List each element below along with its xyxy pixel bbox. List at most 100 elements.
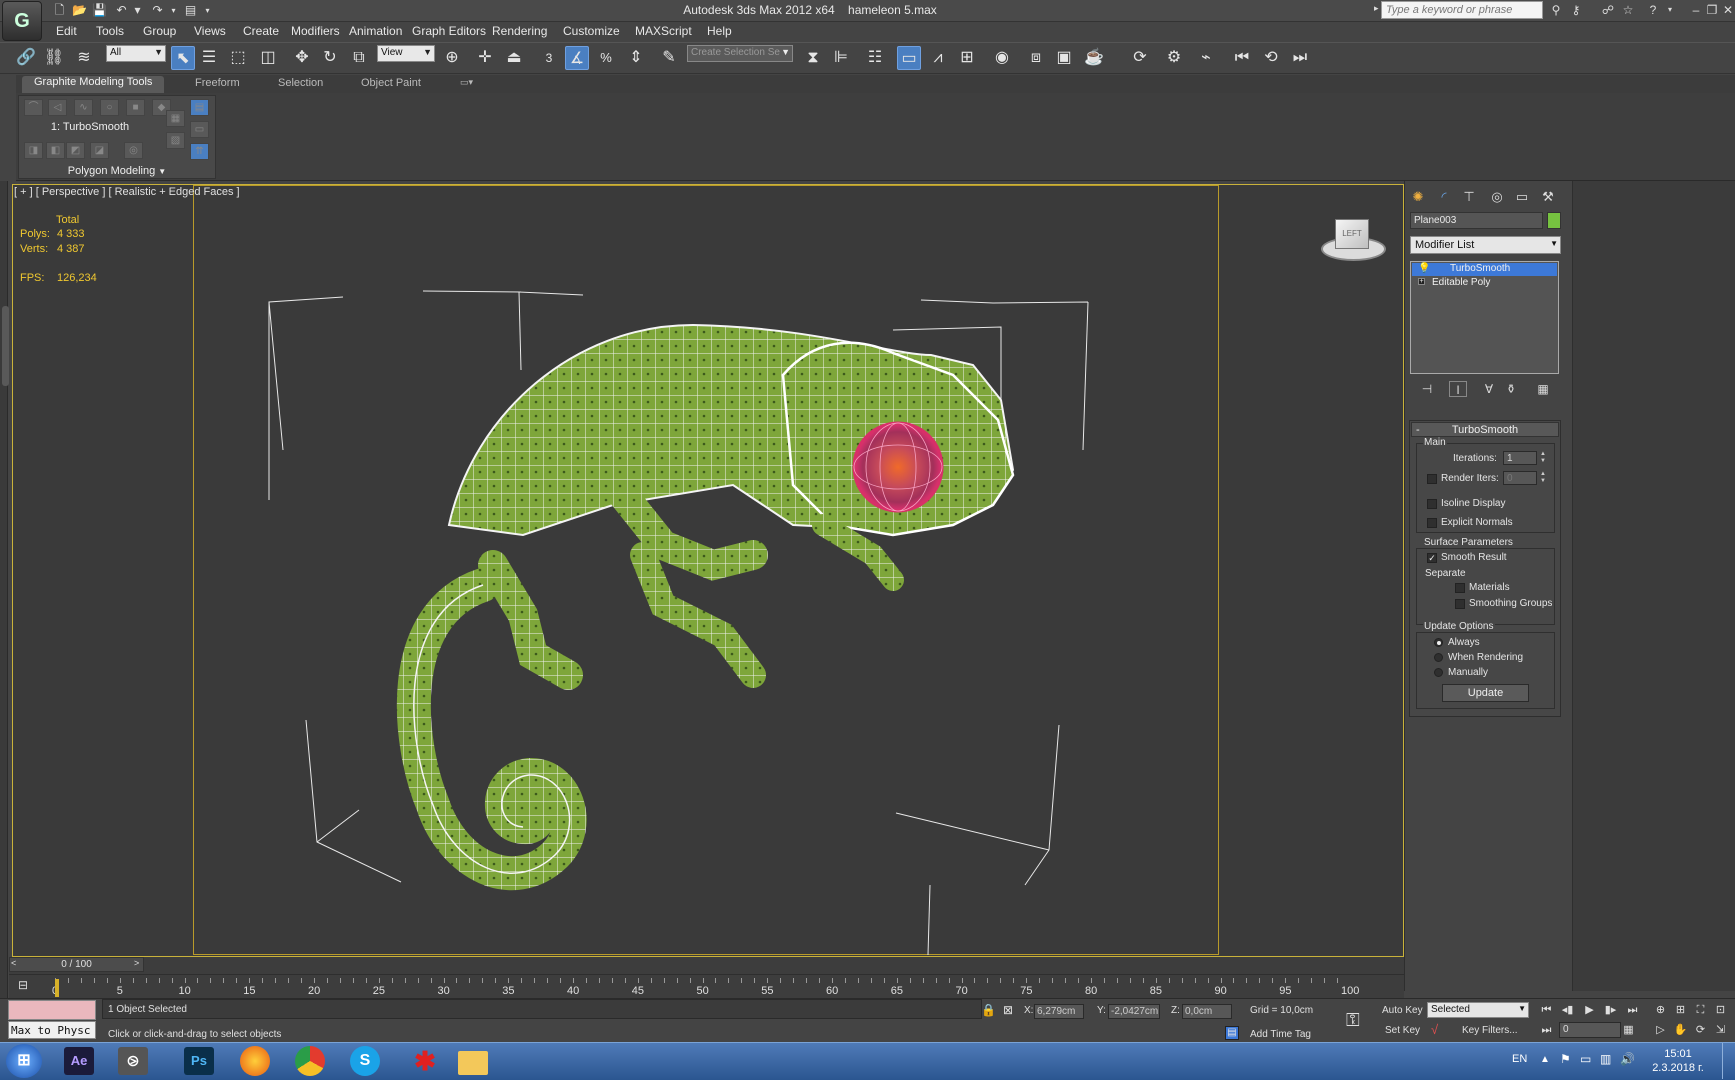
iterations-spinner[interactable]: 1 bbox=[1503, 451, 1537, 465]
schematic-view-icon[interactable]: ⊞ bbox=[955, 46, 979, 70]
close-icon[interactable]: ✕ bbox=[1720, 2, 1735, 18]
time-configuration-icon[interactable]: ▦ bbox=[1620, 1022, 1637, 1038]
after-effects-taskbar-button[interactable]: Ae bbox=[64, 1047, 94, 1075]
menu-rendering[interactable]: Rendering bbox=[492, 24, 547, 38]
material-editor-icon[interactable]: ◉ bbox=[990, 46, 1014, 70]
smooth-result-checkbox[interactable]: ✓ bbox=[1427, 553, 1437, 563]
maxscript-listener-output[interactable] bbox=[8, 1000, 96, 1020]
mirror-icon[interactable]: ⧗ bbox=[801, 46, 825, 70]
menu-edit[interactable]: Edit bbox=[56, 24, 77, 38]
current-frame-marker[interactable] bbox=[55, 979, 59, 997]
selection-lock-icon[interactable]: 🔒 bbox=[981, 1003, 996, 1017]
key-filters-button[interactable]: Key Filters... bbox=[1462, 1025, 1518, 1036]
percent-snap-icon[interactable]: % bbox=[594, 46, 618, 70]
smoothing-groups-checkbox[interactable] bbox=[1455, 599, 1465, 609]
physx-step-back-icon[interactable]: ⏮ bbox=[1230, 46, 1254, 70]
render-setup-icon[interactable]: ⧈ bbox=[1024, 46, 1048, 70]
expand-plus-icon[interactable]: + bbox=[1418, 278, 1425, 285]
language-indicator[interactable]: EN bbox=[1512, 1053, 1527, 1065]
isoline-display-checkbox[interactable] bbox=[1427, 499, 1437, 509]
update-button[interactable]: Update bbox=[1442, 684, 1529, 702]
set-key-button[interactable]: Set Key bbox=[1385, 1025, 1420, 1036]
help-icon[interactable]: ? bbox=[1645, 2, 1661, 18]
display-panel-icon[interactable]: ▭ bbox=[1512, 188, 1532, 206]
search-input[interactable]: Type a keyword or phrase bbox=[1381, 1, 1543, 19]
menu-customize[interactable]: Customize bbox=[563, 24, 620, 38]
minimize-icon[interactable]: – bbox=[1688, 2, 1704, 18]
help-dropdown-icon[interactable]: ▾ bbox=[1662, 2, 1678, 18]
search-expand-icon[interactable]: ▸ bbox=[1374, 3, 1379, 14]
modify-panel-icon[interactable]: ◜ bbox=[1434, 188, 1454, 206]
maxscript-listener-input[interactable]: Max to Physc bbox=[8, 1021, 96, 1039]
polygon-modeling-dropdown[interactable]: Polygon Modeling ▼ bbox=[18, 165, 216, 177]
menu-group[interactable]: Group bbox=[143, 24, 176, 38]
tab-freeform[interactable]: Freeform bbox=[195, 77, 240, 89]
zoom-extents-icon[interactable]: ⛶ bbox=[1692, 1002, 1709, 1018]
hierarchy-panel-icon[interactable]: ⊤ bbox=[1459, 188, 1479, 206]
open-file-icon[interactable]: 📂 bbox=[72, 3, 87, 18]
left-strip-handle[interactable] bbox=[2, 306, 9, 386]
selection-region-icon[interactable]: ⬚ bbox=[226, 46, 250, 70]
next-modifier-icon[interactable]: ◁ bbox=[48, 99, 67, 116]
project-folder-icon[interactable]: ▤ bbox=[183, 3, 198, 18]
undo-icon[interactable]: ↶ bbox=[114, 3, 129, 18]
menu-views[interactable]: Views bbox=[194, 24, 226, 38]
windows-start-button[interactable]: ⊞ bbox=[6, 1044, 42, 1078]
align-icon[interactable]: ⊫ bbox=[829, 46, 853, 70]
x-coordinate-field[interactable]: 6,279cm bbox=[1034, 1004, 1084, 1019]
previous-modifier-icon[interactable]: ⌒ bbox=[24, 99, 43, 116]
stack-item-turbosmooth[interactable]: TurboSmooth bbox=[1412, 263, 1557, 276]
firefox-taskbar-button[interactable] bbox=[240, 1046, 270, 1076]
spinner-arrows-icon[interactable]: ▲ ▼ bbox=[1539, 451, 1547, 465]
preserve-uvs-icon[interactable]: ▦ bbox=[166, 110, 185, 127]
new-file-icon[interactable]: 🗋 bbox=[52, 3, 67, 18]
time-next-icon[interactable]: > bbox=[134, 958, 144, 971]
show-desktop-button[interactable] bbox=[1722, 1043, 1734, 1079]
save-icon[interactable]: 💾 bbox=[92, 3, 107, 18]
favorites-icon[interactable]: ☆ bbox=[1620, 2, 1636, 18]
chrome-taskbar-button[interactable] bbox=[295, 1046, 325, 1076]
tab-graphite-modeling-tools[interactable]: Graphite Modeling Tools bbox=[22, 76, 165, 93]
unlink-icon[interactable]: ⛓ bbox=[42, 46, 66, 70]
physx-play-icon[interactable]: ⟲ bbox=[1259, 46, 1283, 70]
create-panel-icon[interactable]: ✺ bbox=[1408, 188, 1428, 206]
manually-radio[interactable] bbox=[1434, 668, 1443, 677]
physx-step-forward-icon[interactable]: ⏭ bbox=[1288, 46, 1312, 70]
binoculars-icon[interactable]: ⚲ bbox=[1548, 2, 1564, 18]
render-iters-checkbox[interactable] bbox=[1427, 474, 1437, 484]
motion-panel-icon[interactable]: ◎ bbox=[1487, 188, 1507, 206]
select-and-scale-icon[interactable]: ⧉ bbox=[347, 46, 371, 70]
menu-animation[interactable]: Animation bbox=[349, 24, 402, 38]
explicit-normals-checkbox[interactable] bbox=[1427, 518, 1437, 528]
maximize-viewport-icon[interactable]: ⇲ bbox=[1712, 1022, 1729, 1038]
y-coordinate-field[interactable]: -2,0427cm bbox=[1108, 1004, 1160, 1019]
file-explorer-taskbar-button[interactable] bbox=[458, 1051, 488, 1075]
selection-filter-dropdown[interactable]: All ▼ bbox=[106, 45, 166, 62]
quick-access-dropdown-icon[interactable]: ▾ bbox=[200, 3, 215, 18]
show-end-result-tool-icon[interactable]: I bbox=[1449, 381, 1467, 397]
remove-modifier-tool-icon[interactable]: ⚱ bbox=[1502, 381, 1520, 397]
field-of-view-icon[interactable]: ▷ bbox=[1652, 1022, 1669, 1038]
make-unique-icon[interactable]: ◩ bbox=[66, 142, 85, 159]
redo-icon[interactable]: ↷ bbox=[150, 3, 165, 18]
menu-create[interactable]: Create bbox=[243, 24, 279, 38]
pan-view-icon[interactable]: ✋ bbox=[1672, 1022, 1689, 1038]
network-icon[interactable]: ▥ bbox=[1600, 1052, 1611, 1066]
edit-modifier-icon[interactable]: ⇈ bbox=[190, 143, 209, 160]
bind-space-warp-icon[interactable]: ≋ bbox=[72, 46, 96, 70]
keyboard-shortcut-icon[interactable]: ⏏ bbox=[502, 46, 526, 70]
edit-named-selection-icon[interactable]: ✎ bbox=[657, 46, 681, 70]
menu-graph-editors[interactable]: Graph Editors bbox=[412, 24, 486, 38]
object-color-swatch[interactable] bbox=[1547, 212, 1561, 229]
red-app-taskbar-button[interactable]: ✱ bbox=[402, 1044, 448, 1078]
open-mini-curve-editor-icon[interactable]: ⊟ bbox=[18, 978, 36, 992]
current-frame-field[interactable]: 0 bbox=[1559, 1022, 1621, 1038]
physx-simulate-icon[interactable]: ⚙ bbox=[1162, 46, 1186, 70]
time-prev-icon[interactable]: < bbox=[11, 958, 21, 971]
configure-modifier-sets-icon[interactable]: ▦ bbox=[1534, 381, 1552, 397]
modifier-list-dropdown[interactable]: Modifier List ▼ bbox=[1410, 236, 1561, 254]
restore-icon[interactable]: ❐ bbox=[1704, 2, 1720, 18]
pin-stack-tool-icon[interactable]: ⊣ bbox=[1418, 381, 1436, 397]
taskbar-clock[interactable]: 15:01 2.3.2018 г. bbox=[1638, 1047, 1718, 1075]
skype-taskbar-button[interactable]: S bbox=[350, 1046, 380, 1076]
